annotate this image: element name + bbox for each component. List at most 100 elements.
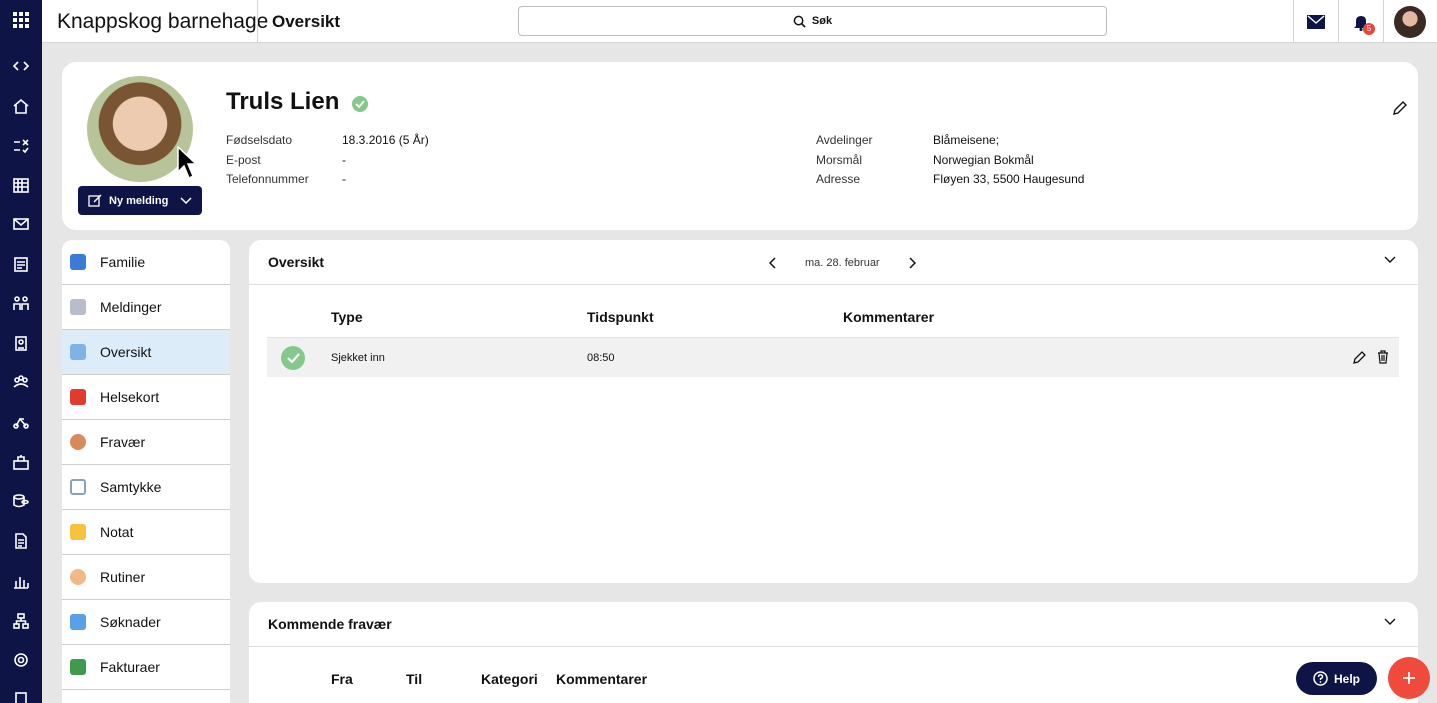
overview-panel: Oversikt ma. 28. februar Type Tidspunkt … — [249, 240, 1418, 583]
column-header-comments: Kommentarer — [556, 671, 648, 687]
info-row: E-post - — [226, 153, 429, 173]
row-type: Sjekket inn — [331, 352, 385, 364]
field-value: Norwegian Bokmål — [933, 152, 1034, 167]
note-icon — [70, 524, 86, 540]
column-header-time: Tidspunkt — [587, 309, 654, 325]
sidebar-item-label: Rutiner — [100, 569, 146, 585]
application-icon — [70, 614, 86, 630]
edit-icon[interactable] — [1353, 350, 1367, 364]
info-row: Fødselsdato 18.3.2016 (5 År) — [226, 133, 429, 153]
sidebar-item-samtykke[interactable]: Samtykke — [62, 465, 230, 510]
verified-check-icon — [352, 96, 368, 112]
field-label: Fødselsdato — [226, 133, 293, 147]
sidebar-item-soknader[interactable]: Søknader — [62, 600, 230, 645]
sidebar-item-fravaer[interactable]: Fravær — [62, 420, 230, 465]
mouse-cursor-icon — [177, 146, 198, 180]
sidebar-item-helsekort[interactable]: Helsekort — [62, 375, 230, 420]
child-name: Truls Lien — [226, 88, 340, 115]
page-title: Oversikt — [272, 12, 341, 31]
apps-grid-icon[interactable] — [10, 9, 32, 31]
sidebar-item-label: Meldinger — [100, 299, 162, 315]
upcoming-absence-panel: Kommende fravær Fra Til Kategori Komment… — [249, 602, 1418, 703]
notification-badge: 5 — [1363, 23, 1375, 35]
building-icon[interactable] — [10, 451, 32, 473]
messages-icon[interactable] — [1294, 0, 1338, 43]
family-icon — [70, 254, 86, 270]
chevron-left-icon[interactable] — [769, 256, 777, 269]
search-input[interactable]: Søk — [518, 6, 1107, 36]
absence-header: Kommende fravær — [249, 602, 1418, 647]
sidebar-item-oversikt[interactable]: Oversikt — [62, 330, 230, 375]
sidebar-item-label: Fakturaer — [100, 659, 160, 675]
top-divider — [1383, 0, 1384, 43]
profile-info-right: Avdelinger Blåmeisene; Morsmål Norwegian B… — [816, 133, 1084, 192]
info-row: Morsmål Norwegian Bokmål — [816, 153, 1084, 173]
nav-rail — [0, 0, 42, 703]
user-avatar — [1394, 5, 1426, 38]
question-icon — [1313, 671, 1328, 686]
envelope-icon — [70, 299, 86, 315]
compose-icon — [88, 194, 102, 207]
sidebar-item-familie[interactable]: Familie — [62, 240, 230, 285]
field-value: - — [342, 152, 346, 167]
sidebar-item-label: Familie — [100, 254, 146, 270]
column-header-comments: Kommentarer — [843, 309, 935, 325]
home-icon[interactable] — [10, 95, 32, 117]
sidebar-item-meldinger[interactable]: Meldinger — [62, 285, 230, 330]
checklist-icon[interactable] — [10, 135, 32, 157]
settings-icon[interactable] — [10, 649, 32, 671]
children-icon[interactable] — [10, 292, 32, 314]
news-icon[interactable] — [10, 253, 32, 275]
column-header-type: Type — [331, 309, 363, 325]
mail-icon[interactable] — [10, 213, 32, 235]
chevron-right-icon[interactable] — [908, 256, 916, 269]
notifications-icon[interactable]: 5 — [1339, 0, 1383, 43]
add-button[interactable] — [1388, 657, 1430, 699]
new-message-label: Ny melding — [109, 194, 169, 207]
help-label: Help — [1333, 671, 1360, 686]
info-row: Avdelinger Blåmeisene; — [816, 133, 1084, 153]
delete-icon[interactable] — [1377, 350, 1389, 364]
sidebar-item-label: Notat — [100, 524, 134, 540]
search-icon — [793, 15, 806, 28]
top-divider — [257, 0, 258, 43]
checked-in-icon — [281, 346, 305, 370]
row-time: 08:50 — [587, 352, 615, 364]
coins-icon[interactable] — [10, 490, 32, 512]
field-label: E-post — [226, 152, 261, 167]
chevron-down-icon[interactable] — [1384, 256, 1396, 264]
user-menu[interactable] — [1388, 0, 1432, 43]
expand-collapse-icon[interactable] — [10, 55, 32, 77]
sidebar-item-notat[interactable]: Notat — [62, 510, 230, 555]
consent-icon — [70, 479, 86, 495]
chevron-down-icon[interactable] — [1384, 618, 1396, 626]
invoice-icon — [70, 659, 86, 675]
new-message-button[interactable]: Ny melding — [78, 186, 202, 215]
overview-header: Oversikt ma. 28. februar — [249, 240, 1418, 285]
edit-profile-icon[interactable] — [1392, 100, 1408, 116]
plus-icon — [1403, 672, 1415, 684]
help-button[interactable]: Help — [1296, 662, 1377, 695]
sidebar-item-rutiner[interactable]: Rutiner — [62, 555, 230, 600]
column-header-category: Kategori — [481, 671, 538, 687]
absence-icon — [70, 434, 86, 450]
health-card-icon — [70, 389, 86, 405]
badge-icon[interactable] — [10, 332, 32, 354]
statistics-icon[interactable] — [10, 570, 32, 592]
info-row: Adresse Fløyen 33, 5500 Haugesund — [816, 172, 1084, 192]
sidebar-item-label: Helsekort — [100, 389, 160, 405]
field-label: Avdelinger — [816, 133, 873, 147]
sidebar-item-label: Oversikt — [100, 344, 152, 360]
calendar-icon[interactable] — [10, 174, 32, 196]
trip-icon[interactable] — [10, 411, 32, 433]
document-icon[interactable] — [10, 530, 32, 552]
organization-icon[interactable] — [10, 610, 32, 632]
sidebar-item-label: Fravær — [100, 434, 146, 450]
group-icon[interactable] — [10, 371, 32, 393]
more-icon[interactable] — [10, 688, 32, 703]
date-navigator: ma. 28. februar — [769, 240, 916, 285]
field-label: Adresse — [816, 172, 861, 186]
current-date: ma. 28. februar — [805, 256, 880, 269]
profile-info-left: Fødselsdato 18.3.2016 (5 År) E-post - Tele… — [226, 133, 429, 192]
sidebar-item-fakturaer[interactable]: Fakturaer — [62, 645, 230, 690]
